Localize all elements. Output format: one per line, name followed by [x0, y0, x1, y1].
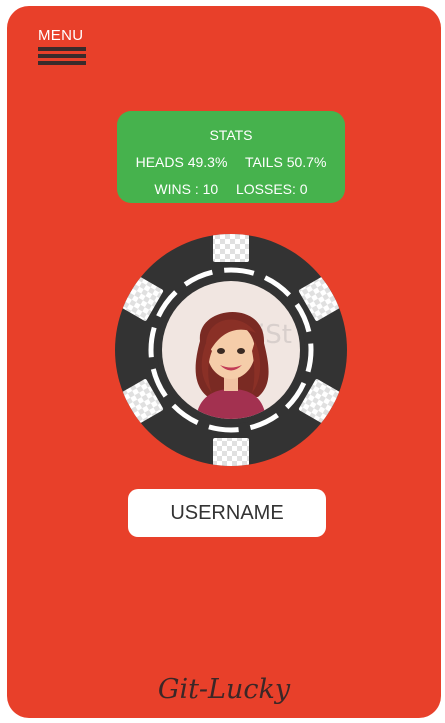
brand-logo: Git-Lucky	[157, 674, 291, 705]
avatar[interactable]: iSt	[162, 281, 300, 419]
wins-label: WINS :	[154, 181, 199, 197]
wins-value: 10	[202, 181, 219, 197]
avatar-woman-cartoon: iSt	[162, 281, 300, 419]
stats-row-record: WINS : 10 LOSSES: 0	[117, 181, 345, 197]
menu-button[interactable]: MENU	[38, 28, 86, 68]
hamburger-menu-icon	[38, 47, 86, 65]
username-button[interactable]: USERNAME	[128, 489, 326, 537]
stats-title: STATS	[209, 127, 253, 143]
losses-value: 0	[299, 181, 308, 197]
menu-label: MENU	[38, 27, 84, 44]
app-screen: MENU STATS HEADS 49.3% TAILS 50.7% WINS …	[7, 6, 441, 718]
tails-label: TAILS	[244, 154, 283, 170]
losses-label: LOSSES:	[235, 181, 296, 197]
tails-value: 50.7%	[286, 154, 327, 170]
stats-row-coin: HEADS 49.3% TAILS 50.7%	[117, 154, 345, 170]
heads-label: HEADS	[135, 154, 184, 170]
stats-panel: STATS HEADS 49.3% TAILS 50.7% WINS : 10 …	[117, 111, 345, 203]
heads-value: 49.3%	[187, 154, 228, 170]
